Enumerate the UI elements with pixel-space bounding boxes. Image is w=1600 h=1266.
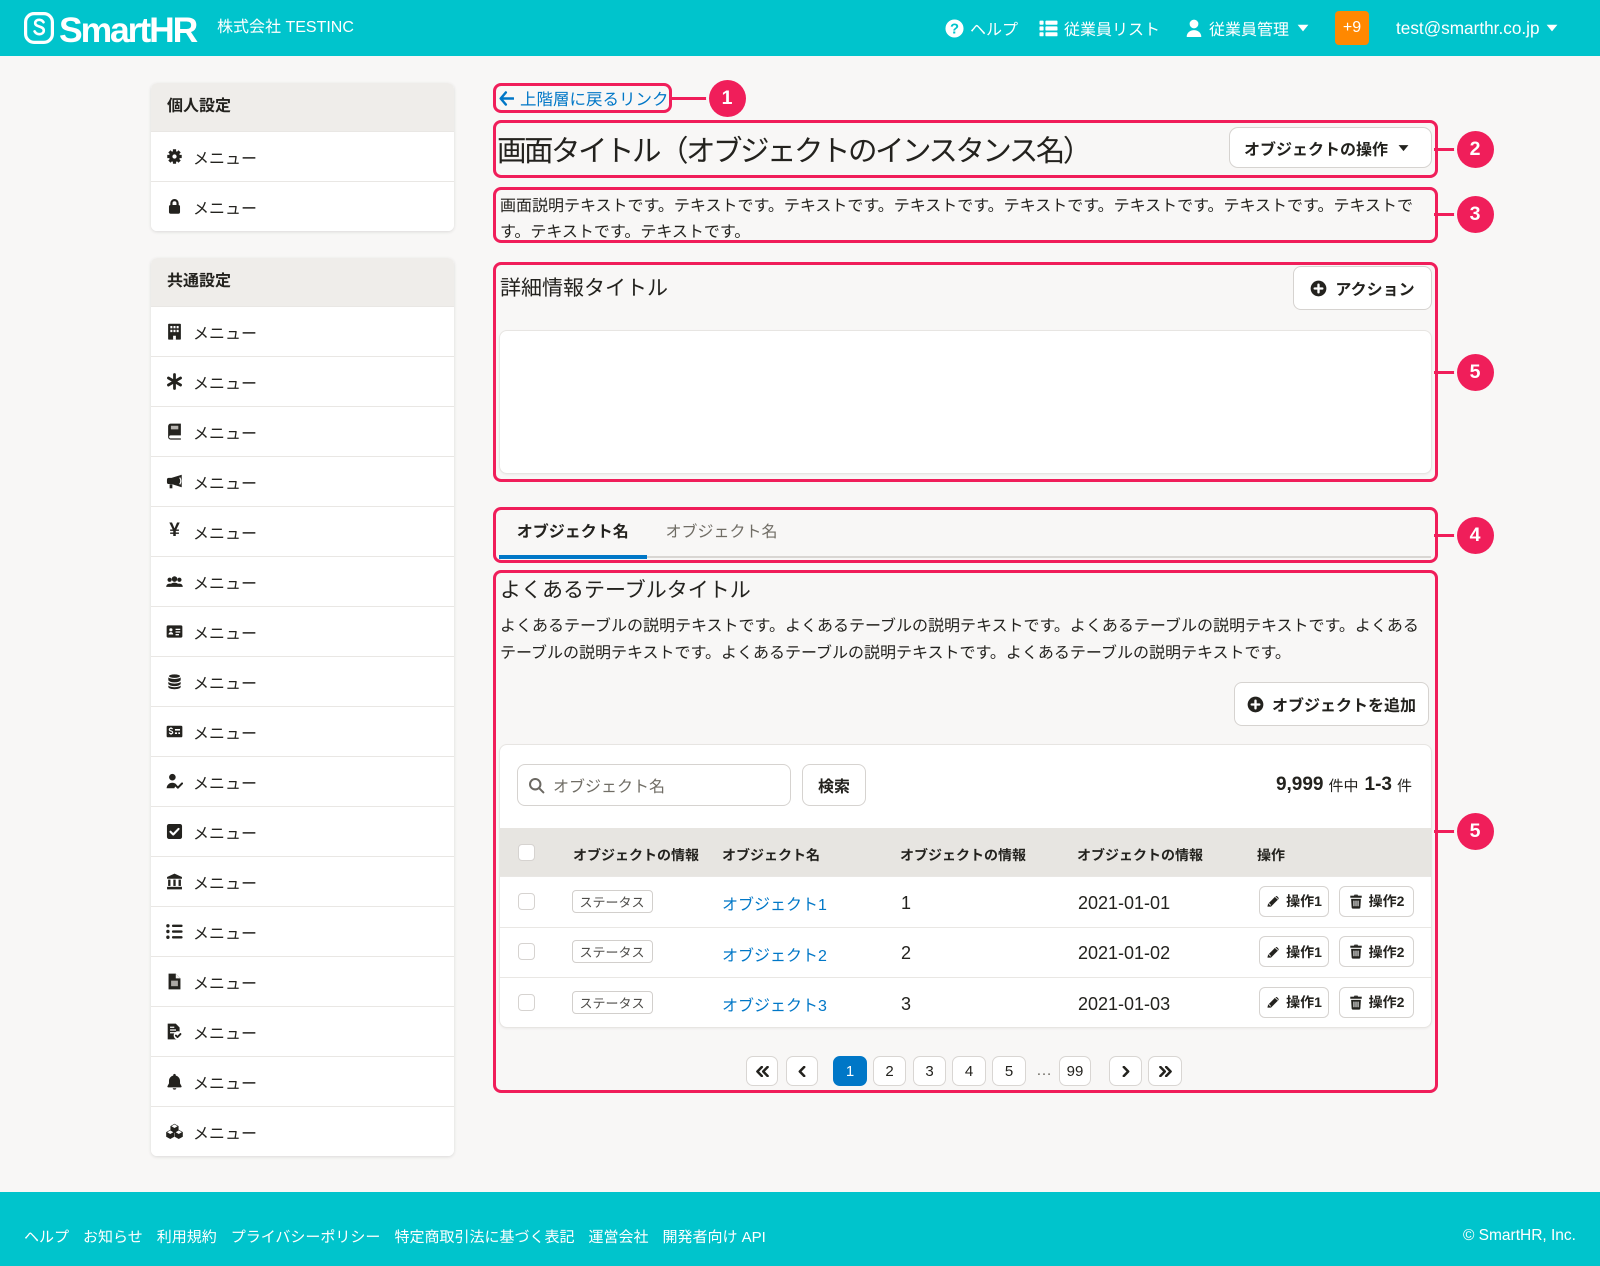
svg-text:?: ? bbox=[950, 21, 959, 37]
